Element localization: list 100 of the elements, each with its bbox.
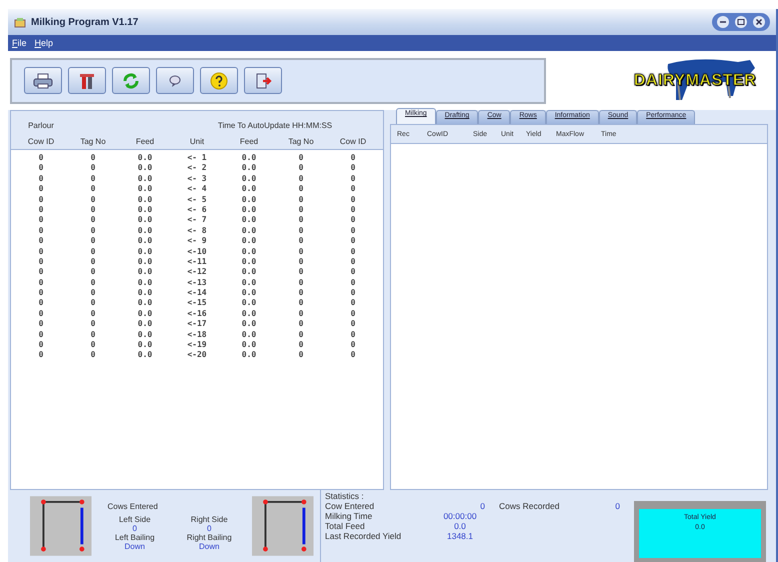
print-button[interactable] [24, 67, 62, 94]
table-cell-text: 0 [90, 215, 96, 226]
table-cell-text: 0 [350, 350, 356, 361]
field-value: 0 [132, 524, 138, 532]
table-cell-text: <-13 [186, 278, 208, 288]
table-cell-text: <-12 [186, 267, 208, 278]
column-header: Feed [238, 137, 260, 146]
table-cell-text: 0 [90, 350, 96, 361]
table-cell-text: 0.0 [240, 278, 258, 288]
cows-entered-title: Cows Entered [106, 502, 159, 510]
help-icon [210, 72, 228, 90]
table-cell-text: 0 [38, 308, 44, 320]
table-cell-text: 0 [38, 194, 44, 205]
stat-value: 0 [479, 501, 485, 511]
table-cell-text: 0 [298, 174, 304, 184]
table-cell-text: 0.0 [136, 308, 154, 320]
table-cell-text: 0.0 [240, 288, 258, 298]
refresh-icon [122, 72, 140, 90]
table-cell-text: 0 [38, 278, 44, 288]
table-cell-text: 0 [38, 350, 44, 361]
table-cell-text: 0 [298, 350, 304, 361]
column-header: Feed [134, 137, 156, 146]
table-cell-text: 0 [90, 226, 96, 236]
table-cell-text: <-19 [186, 340, 208, 350]
table-cell-text: 0.0 [240, 226, 258, 236]
table-cell-text: 0 [350, 184, 356, 195]
table-cell-text: 0.0 [136, 267, 154, 278]
table-cell-text: 0.0 [240, 350, 258, 361]
table-cell-text: 0 [38, 215, 44, 226]
menu-item[interactable]: File [12, 38, 27, 48]
table-cell-text: 0 [350, 256, 356, 268]
table-cell-text: 0 [90, 298, 96, 309]
table-cell-text: 0.0 [240, 267, 258, 278]
table-cell-text: 0.0 [136, 278, 154, 288]
window-controls-icon[interactable] [712, 13, 770, 31]
table-cell-text: 0.0 [240, 194, 258, 205]
table-cell-text: 0 [298, 163, 304, 174]
table-cell-text: 0 [350, 163, 356, 174]
table-cell-text: 0 [298, 236, 304, 247]
stat-label: Cows Recorded [498, 501, 560, 511]
stat-label: Milking Time [325, 511, 374, 521]
table-cell-text: 0.0 [136, 184, 154, 195]
message-button[interactable] [156, 67, 194, 94]
table-cell-text: 0 [38, 174, 44, 184]
table-cell-text: 0 [38, 226, 44, 236]
table-cell-text: 0.0 [136, 319, 154, 330]
column-header: Parlour [27, 120, 55, 130]
table-cell-text: <-17 [186, 319, 208, 330]
column-header: Tag No [287, 137, 315, 146]
exit-button[interactable] [244, 67, 282, 94]
table-cell-text: 0 [298, 194, 304, 205]
table-cell-text: <-14 [186, 288, 208, 298]
stall-drawing [252, 495, 314, 557]
table-cell-text: 0 [90, 194, 96, 205]
column-header: Unit [188, 137, 206, 146]
table-cell-text: 0 [298, 153, 304, 164]
refresh-button[interactable] [112, 67, 150, 94]
table-cell-text: 0 [38, 288, 44, 298]
table-cell-text: 0 [350, 153, 356, 164]
table-cell-text: 0 [38, 330, 44, 340]
table-cell-text: 0 [38, 256, 44, 268]
table-cell-text: <-15 [186, 298, 208, 309]
table-cell-text: 0.0 [240, 308, 258, 320]
table-cell-text: 0 [350, 319, 356, 330]
table-cell-text: 0.0 [136, 204, 154, 216]
table-cell-text: 0 [90, 204, 96, 216]
table-cell-text: 0.0 [240, 340, 258, 350]
table-cell-text: 0 [90, 278, 96, 288]
stat-value: 00:00:00 [442, 511, 478, 521]
table-cell-text: <- 5 [186, 194, 208, 205]
table-cell-text: 0.0 [136, 226, 154, 236]
field-label: Right Bailing [186, 532, 233, 542]
table-cell-text: 0 [350, 236, 356, 247]
tools-button[interactable] [68, 67, 106, 94]
table-cell-text: 0 [350, 194, 356, 205]
table-cell-text: 0 [38, 163, 44, 174]
table-cell-text: 0 [298, 256, 304, 268]
column-header: Cow ID [26, 137, 56, 146]
table-cell-text: 0 [90, 267, 96, 278]
table-cell-text: 0.0 [240, 163, 258, 174]
table-cell-text: 0 [350, 278, 356, 288]
table-cell-text: 0 [38, 340, 44, 350]
table-cell-text: 0.0 [240, 174, 258, 184]
table-cell-text: 0 [90, 256, 96, 268]
table-cell-text: <- 2 [186, 163, 208, 174]
table-cell-text: 0 [298, 184, 304, 195]
table-cell-text: <- 9 [186, 236, 208, 247]
table-cell-text: 0 [350, 204, 356, 216]
table-cell-text: 0 [38, 184, 44, 195]
table-cell-text: 0 [350, 298, 356, 309]
table-cell-text: <- 8 [186, 226, 208, 236]
help-button[interactable] [200, 67, 238, 94]
table-cell-text: <-11 [186, 256, 208, 268]
app-icon [14, 16, 26, 28]
stat-value: 0.0 [453, 521, 467, 531]
table-cell-text: 0 [298, 226, 304, 236]
stat-value: 0 [614, 501, 620, 511]
menu-item[interactable]: Help [34, 38, 54, 48]
table-cell-text: 0 [350, 308, 356, 320]
field-label: Left Side [118, 514, 152, 524]
